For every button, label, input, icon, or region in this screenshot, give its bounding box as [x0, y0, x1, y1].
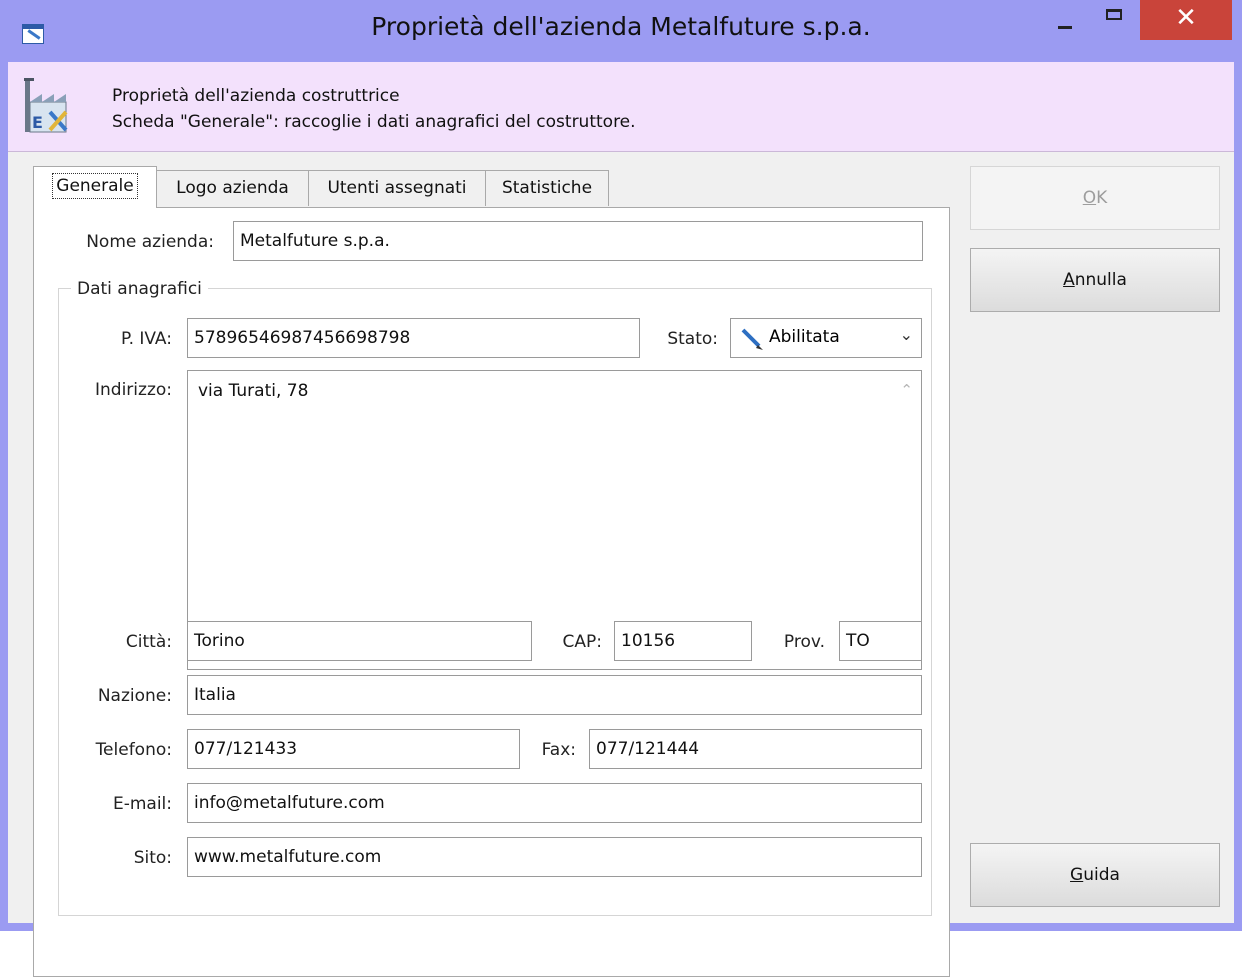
dialog-client: E Proprietà dell'azienda costruttrice Sc… — [8, 62, 1234, 977]
maximize-button[interactable] — [1090, 0, 1140, 40]
maximize-icon — [1106, 9, 1122, 20]
tab-generale[interactable]: Generale — [33, 166, 157, 208]
nazione-label: Nazione: — [97, 686, 172, 706]
tab-utenti-assegnati[interactable]: Utenti assegnati — [308, 170, 486, 206]
guida-button[interactable]: Guida — [970, 843, 1220, 907]
nome-azienda-input[interactable]: Metalfuture s.p.a. — [233, 221, 923, 261]
sito-label: Sito: — [133, 848, 172, 868]
telefono-input[interactable]: 077/121433 — [187, 729, 520, 769]
close-button[interactable]: ✕ — [1140, 0, 1232, 40]
minimize-button[interactable] — [1040, 0, 1090, 40]
stato-label: Stato: — [667, 329, 718, 349]
stato-select[interactable]: Abilitata ⌄ — [730, 318, 922, 358]
dati-anagrafici-legend: Dati anagrafici — [71, 279, 208, 299]
scroll-up-icon[interactable]: ⌃ — [900, 381, 913, 399]
nazione-input[interactable]: Italia — [187, 675, 922, 715]
citta-label: Città: — [125, 632, 172, 652]
piva-input[interactable]: 57896546987456698798 — [187, 318, 640, 358]
header-title: Proprietà dell'azienda costruttrice — [112, 86, 400, 106]
annulla-button[interactable]: Annulla — [970, 248, 1220, 312]
indirizzo-label: Indirizzo: — [95, 380, 172, 400]
info-header: E Proprietà dell'azienda costruttrice Sc… — [8, 62, 1234, 152]
telefono-label: Telefono: — [95, 740, 172, 760]
svg-text:E: E — [32, 113, 43, 132]
factory-icon: E — [24, 78, 68, 133]
prov-input[interactable]: TO — [839, 621, 922, 661]
email-input[interactable]: info@metalfuture.com — [187, 783, 922, 823]
close-icon: ✕ — [1175, 3, 1197, 33]
prov-label: Prov. — [783, 632, 825, 652]
nome-azienda-label: Nome azienda: — [86, 232, 214, 252]
fax-input[interactable]: 077/121444 — [589, 729, 922, 769]
email-label: E-mail: — [112, 794, 172, 814]
tab-statistiche[interactable]: Statistiche — [485, 170, 609, 206]
cap-label: CAP: — [562, 632, 602, 652]
sito-input[interactable]: www.metalfuture.com — [187, 837, 922, 877]
ok-button[interactable]: OK — [970, 166, 1220, 230]
title-bar[interactable]: Proprietà dell'azienda Metalfuture s.p.a… — [0, 0, 1242, 62]
fax-label: Fax: — [541, 740, 576, 760]
indirizzo-value: via Turati, 78 — [198, 381, 309, 401]
chevron-down-icon: ⌄ — [899, 325, 913, 344]
piva-label: P. IVA: — [120, 329, 172, 349]
citta-input[interactable]: Torino — [187, 621, 532, 661]
pencil-icon — [741, 328, 763, 350]
dialog-window: Proprietà dell'azienda Metalfuture s.p.a… — [0, 0, 1242, 977]
stato-value: Abilitata — [769, 327, 840, 347]
header-subtitle: Scheda "Generale": raccoglie i dati anag… — [112, 112, 636, 132]
tab-logo-azienda[interactable]: Logo azienda — [156, 170, 309, 206]
cap-input[interactable]: 10156 — [614, 621, 752, 661]
minimize-icon — [1058, 26, 1072, 29]
